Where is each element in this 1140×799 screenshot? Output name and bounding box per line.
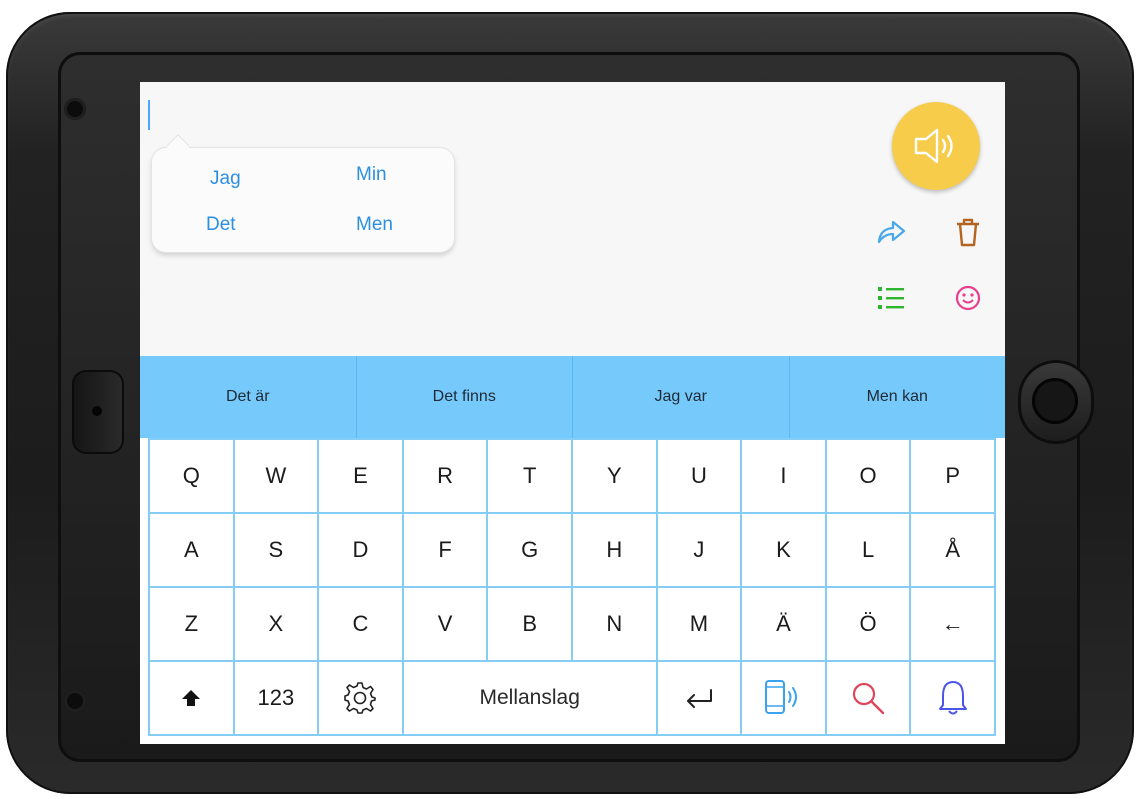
list-icon	[878, 287, 904, 309]
key[interactable]: Z	[150, 588, 233, 660]
key[interactable]: G	[488, 514, 571, 586]
share-arrow-icon	[877, 220, 906, 244]
settings-key[interactable]	[319, 662, 402, 734]
key[interactable]: R	[403, 440, 487, 512]
key[interactable]: O	[826, 440, 910, 512]
case-screw	[64, 690, 86, 712]
key[interactable]: Ö	[826, 588, 910, 660]
prediction-word[interactable]: Jag	[210, 168, 241, 190]
key[interactable]: Q	[150, 440, 233, 512]
numbers-key[interactable]: 123	[234, 662, 318, 734]
emoji-button[interactable]	[948, 278, 988, 318]
key[interactable]: I	[742, 440, 825, 512]
alert-key[interactable]	[911, 662, 994, 734]
speak-button[interactable]	[892, 102, 980, 190]
key[interactable]: N	[572, 588, 656, 660]
speaker-icon	[914, 128, 953, 164]
keyboard: Q W E R T Y U I O P A S D F G H J K L Å …	[148, 438, 996, 736]
share-button[interactable]	[871, 212, 911, 252]
phrase-suggestion[interactable]: Det finns	[357, 356, 573, 438]
phrase-suggestion-bar: Det är Det finns Jag var Men kan	[140, 356, 1005, 438]
case-screw	[64, 98, 86, 120]
key[interactable]: P	[911, 440, 994, 512]
home-button[interactable]	[1018, 360, 1094, 444]
key[interactable]: K	[742, 514, 825, 586]
key[interactable]: S	[234, 514, 318, 586]
delete-button[interactable]	[948, 212, 988, 252]
return-icon	[686, 689, 712, 708]
key[interactable]: W	[234, 440, 318, 512]
search-icon	[852, 682, 885, 715]
phrase-suggestion[interactable]: Men kan	[790, 356, 1006, 438]
case-side-port	[72, 370, 124, 454]
backspace-key[interactable]: ←	[911, 588, 994, 660]
phrase-list-button[interactable]	[871, 278, 911, 318]
key[interactable]: A	[150, 514, 233, 586]
phrase-suggestion[interactable]: Jag var	[573, 356, 790, 438]
space-key[interactable]: Mellanslag	[403, 662, 656, 734]
key[interactable]: M	[657, 588, 741, 660]
keyboard-bottom-edge	[148, 736, 996, 744]
bell-icon	[938, 681, 967, 715]
prediction-word[interactable]: Det	[206, 214, 236, 236]
phrase-suggestion[interactable]: Det är	[140, 356, 357, 438]
key[interactable]: H	[572, 514, 656, 586]
shift-arrow-icon	[182, 690, 201, 706]
key[interactable]: L	[826, 514, 910, 586]
key[interactable]: D	[319, 514, 402, 586]
key[interactable]: F	[403, 514, 487, 586]
prediction-word[interactable]: Men	[356, 214, 393, 236]
text-cursor	[148, 100, 150, 130]
app-screen: Jag Min Det Men Det är Det finns Jag var…	[140, 82, 1005, 744]
key[interactable]: J	[657, 514, 741, 586]
key[interactable]: Y	[572, 440, 656, 512]
key[interactable]: E	[319, 440, 402, 512]
trash-icon	[957, 218, 979, 247]
prediction-word[interactable]: Min	[356, 164, 387, 186]
search-key[interactable]	[826, 662, 910, 734]
word-prediction-popup: Jag Min Det Men	[152, 148, 454, 252]
gear-icon	[344, 682, 377, 714]
speak-phone-key[interactable]	[742, 662, 825, 734]
key[interactable]: T	[488, 440, 571, 512]
key[interactable]: C	[319, 588, 402, 660]
return-key[interactable]	[657, 662, 741, 734]
key[interactable]: X	[234, 588, 318, 660]
key[interactable]: B	[488, 588, 571, 660]
key[interactable]: Ä	[742, 588, 825, 660]
key[interactable]: Å	[911, 514, 994, 586]
key[interactable]: V	[403, 588, 487, 660]
message-text-area[interactable]: Jag Min Det Men	[140, 82, 1005, 356]
phone-speak-icon	[765, 680, 798, 714]
shift-key[interactable]	[150, 662, 233, 734]
key[interactable]: U	[657, 440, 741, 512]
smiley-icon	[955, 285, 981, 311]
